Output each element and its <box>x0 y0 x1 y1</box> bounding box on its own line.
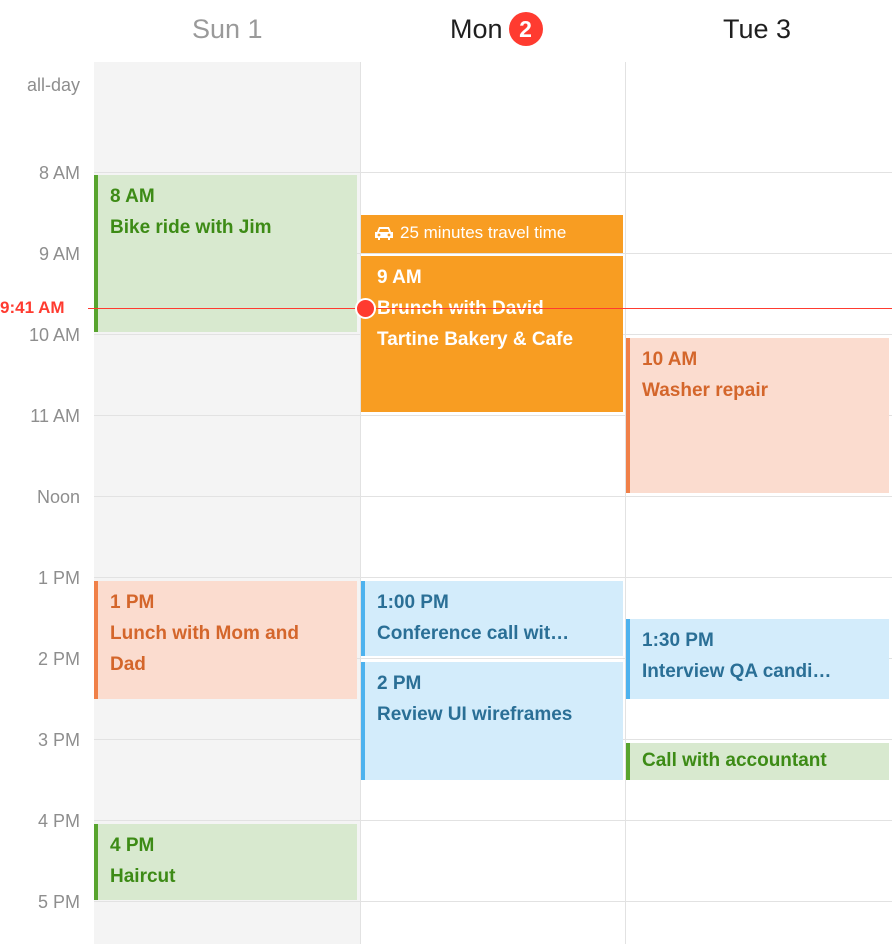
time-label: 1 PM <box>37 568 80 588</box>
hour-line <box>94 901 892 902</box>
event-washer-repair[interactable]: 10 AM Washer repair <box>626 338 889 493</box>
event-title: Interview QA candi… <box>642 661 832 682</box>
day-header-mon[interactable]: Mon 2 <box>450 10 543 48</box>
day-header-label: Sun 1 <box>192 14 263 44</box>
event-time: 1 PM <box>110 592 155 613</box>
event-title-cont: Dad <box>110 654 146 675</box>
travel-time-text: 25 minutes travel time <box>400 223 567 242</box>
event-time: 8 AM <box>110 186 155 207</box>
event-interview[interactable]: 1:30 PM Interview QA candi… <box>626 619 889 699</box>
event-title: Call with accountant <box>642 750 827 771</box>
event-review-wireframes[interactable]: 2 PM Review UI wireframes <box>361 662 623 780</box>
day-header-sun[interactable]: Sun 1 <box>192 10 263 48</box>
all-day-label: all-day <box>26 75 80 95</box>
current-time-line <box>88 308 892 309</box>
event-time: 10 AM <box>642 349 698 370</box>
time-label: 10 AM <box>28 325 80 345</box>
hour-line <box>94 820 892 821</box>
event-title: Conference call wit… <box>377 623 570 644</box>
event-time: 1:00 PM <box>377 592 449 613</box>
event-time: 1:30 PM <box>642 630 714 651</box>
time-label: 9 AM <box>38 244 80 264</box>
event-title: Bike ride with Jim <box>110 217 272 238</box>
time-label: 2 PM <box>37 649 80 669</box>
current-time-label: 9:41 AM <box>0 298 65 317</box>
column-divider <box>625 62 626 944</box>
event-title: Washer repair <box>642 380 769 401</box>
event-lunch[interactable]: 1 PM Lunch with Mom and Dad <box>94 581 357 699</box>
time-label: 8 AM <box>38 163 80 183</box>
event-title: Review UI wireframes <box>377 704 573 725</box>
time-label: 5 PM <box>37 892 80 912</box>
hour-line <box>94 496 892 497</box>
event-brunch[interactable]: 9 AM Brunch with David Tartine Bakery & … <box>361 256 623 412</box>
event-location: Tartine Bakery & Cafe <box>377 329 574 350</box>
car-icon <box>373 223 400 242</box>
day-header-tue[interactable]: Tue 3 <box>723 10 791 48</box>
current-time-dot <box>355 298 376 319</box>
all-day-divider <box>94 172 892 173</box>
column-divider <box>360 62 361 944</box>
day-header-label: Mon <box>450 14 503 44</box>
event-haircut[interactable]: 4 PM Haircut <box>94 824 357 900</box>
event-title: Lunch with Mom and <box>110 623 299 644</box>
day-header-label: Tue 3 <box>723 14 792 44</box>
event-call-accountant[interactable]: Call with accountant <box>626 743 889 780</box>
event-time: 2 PM <box>377 673 422 694</box>
event-time: 4 PM <box>110 835 155 856</box>
travel-time-banner[interactable]: 25 minutes travel time <box>361 215 623 253</box>
time-label: Noon <box>36 487 80 507</box>
event-conference-call[interactable]: 1:00 PM Conference call wit… <box>361 581 623 656</box>
event-title: Haircut <box>110 866 176 887</box>
today-badge: 2 <box>508 11 543 46</box>
event-time: 9 AM <box>377 267 422 288</box>
hour-line <box>94 577 892 578</box>
time-label: 3 PM <box>37 730 80 750</box>
time-label: 4 PM <box>37 811 80 831</box>
time-label: 11 AM <box>30 406 80 426</box>
